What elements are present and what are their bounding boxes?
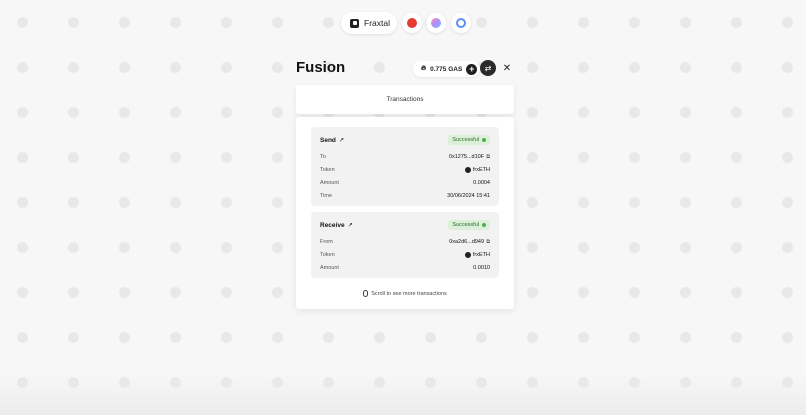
row-value: 0x1275...d10F ⧉ xyxy=(449,154,490,161)
row-value: frxETH xyxy=(464,252,490,258)
row-value: frxETH xyxy=(464,167,490,173)
detail-row-from: From 0xa2d6...d949 ⧉ xyxy=(320,238,490,246)
tab-transactions[interactable]: Transactions xyxy=(296,85,514,114)
status-badge: Successful xyxy=(448,220,490,230)
status-dot-icon xyxy=(482,138,486,142)
recipient-address: 0x1275...d10F xyxy=(448,154,485,160)
row-label: Amount xyxy=(320,180,339,186)
token-name: frxETH xyxy=(472,167,490,173)
token-icon xyxy=(464,167,471,173)
status-dot-icon xyxy=(482,223,486,227)
swap-button[interactable]: ⇄ xyxy=(480,60,496,76)
mouse-icon xyxy=(363,290,369,297)
transaction-type-link[interactable]: Send ↗ xyxy=(320,137,344,144)
add-gas-button[interactable]: + xyxy=(466,63,478,75)
flame-icon: 🔥︎ xyxy=(421,65,427,72)
row-value: 0xa2d6...d949 ⧉ xyxy=(449,239,490,246)
fraxtal-logo-icon xyxy=(350,18,359,28)
transaction-type-link[interactable]: Receive ↗ xyxy=(320,222,353,229)
chain-blue-button[interactable] xyxy=(451,13,471,33)
detail-row-amount: Amount 0.0004 xyxy=(320,179,490,187)
chain-red-button[interactable] xyxy=(402,13,422,33)
status-label: Successful xyxy=(452,137,479,143)
bottom-fade xyxy=(0,375,806,415)
gas-amount: 0.775 GAS xyxy=(430,65,463,73)
transaction-type-label: Send xyxy=(320,136,336,144)
chain-gradient-icon xyxy=(431,18,441,28)
row-value: 30/06/2024 15:41 xyxy=(447,193,490,199)
transaction-card-receive: Receive ↗ Successful From 0xa2d6...d949 … xyxy=(311,212,499,278)
detail-row-time: Time 30/06/2024 15:41 xyxy=(320,192,490,200)
chain-blue-icon xyxy=(456,18,466,28)
card-header: Send ↗ Successful xyxy=(320,135,490,145)
transactions-panel: Send ↗ Successful To 0x1275...d10F ⧉ Tok… xyxy=(296,117,514,309)
close-button[interactable]: ✕ xyxy=(500,61,514,75)
chain-red-icon xyxy=(407,18,417,28)
detail-row-token: Token frxETH xyxy=(320,166,490,174)
row-label: Time xyxy=(320,193,333,199)
token-name: frxETH xyxy=(472,252,490,258)
row-label: Amount xyxy=(320,265,339,271)
chain-gradient-button[interactable] xyxy=(426,13,446,33)
row-label: From xyxy=(320,239,333,245)
card-header: Receive ↗ Successful xyxy=(320,220,490,230)
gas-balance[interactable]: 🔥︎ 0.775 GAS + xyxy=(413,61,481,77)
status-badge: Successful xyxy=(448,135,490,145)
transaction-type-label: Receive xyxy=(320,221,345,229)
transaction-card-send: Send ↗ Successful To 0x1275...d10F ⧉ Tok… xyxy=(311,127,499,206)
network-name: Fraxtal xyxy=(364,18,390,28)
row-label: Token xyxy=(320,252,335,258)
detail-row-token: Token frxETH xyxy=(320,251,490,259)
copy-icon[interactable]: ⧉ xyxy=(486,154,490,161)
external-link-icon: ↗ xyxy=(347,222,353,229)
row-label: To xyxy=(320,154,326,160)
sender-address: 0xa2d6...d949 xyxy=(449,239,485,245)
scroll-hint: Scroll to see more transactions xyxy=(296,290,514,297)
network-selector[interactable]: Fraxtal xyxy=(341,12,397,34)
page-title: Fusion xyxy=(296,59,346,76)
detail-row-amount: Amount 0.0010 xyxy=(320,264,490,272)
top-bar: Fraxtal xyxy=(0,12,806,34)
token-icon xyxy=(464,252,471,258)
external-link-icon: ↗ xyxy=(338,137,344,144)
status-label: Successful xyxy=(452,222,479,228)
copy-icon[interactable]: ⧉ xyxy=(486,239,490,246)
row-value: 0.0010 xyxy=(473,265,490,271)
row-value: 0.0004 xyxy=(473,180,490,186)
row-label: Token xyxy=(320,167,335,173)
scroll-hint-label: Scroll to see more transactions xyxy=(371,290,447,297)
detail-row-to: To 0x1275...d10F ⧉ xyxy=(320,153,490,161)
